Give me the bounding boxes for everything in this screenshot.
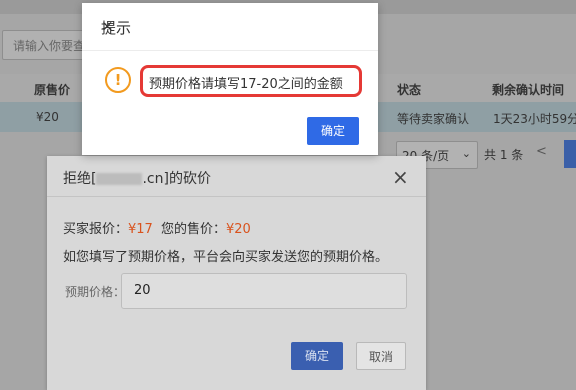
- dialog-header: 拒绝[ .cn]的砍价 ×: [47, 156, 426, 197]
- expected-price-input[interactable]: 20: [121, 273, 407, 309]
- title-suffix: .cn]的砍价: [142, 171, 211, 187]
- current-page-button[interactable]: [564, 140, 576, 168]
- cancel-button[interactable]: 取消: [356, 342, 406, 370]
- close-icon[interactable]: ×: [392, 165, 409, 189]
- dialog-title: 拒绝[ .cn]的砍价: [63, 168, 211, 188]
- expected-price-label: 预期价格：: [65, 285, 126, 299]
- total-count: 共 1 条: [484, 148, 524, 162]
- highlighted-message: 预期价格请填写17-20之间的金额: [140, 65, 362, 97]
- chevron-down-icon: ⌄: [461, 147, 471, 160]
- search-placeholder: 请输入你要查: [13, 39, 86, 53]
- close-icon[interactable]: ×: [101, 17, 114, 35]
- prompt-dialog: 提示 × ! 预期价格请填写17-20之间的金额 确定: [82, 3, 378, 155]
- price-summary: 买家报价：¥17 您的售价：¥20: [63, 218, 251, 237]
- prev-page-icon[interactable]: <: [536, 144, 547, 159]
- prompt-confirm-button[interactable]: 确定: [307, 117, 359, 145]
- row-price: ¥20: [36, 110, 59, 124]
- column-status: 状态: [397, 83, 422, 97]
- title-prefix: 拒绝[: [63, 171, 97, 187]
- search-input[interactable]: 请输入你要查: [2, 30, 90, 60]
- confirm-button[interactable]: 确定: [291, 342, 343, 370]
- column-remaining-time: 剩余确认时间: [492, 83, 565, 97]
- buyer-offer-label: 买家报价：: [63, 222, 129, 237]
- prompt-message: 预期价格请填写17-20之间的金额: [149, 77, 343, 92]
- reject-bargain-dialog: 拒绝[ .cn]的砍价 × 买家报价：¥17 您的售价：¥20 如您填写了预期价格…: [47, 156, 426, 390]
- buyer-offer-value: ¥17: [128, 222, 153, 237]
- prompt-header: 提示 ×: [82, 3, 378, 51]
- your-price-label: 您的售价：: [160, 222, 226, 237]
- your-price-value: ¥20: [226, 222, 251, 237]
- expected-price-value: 20: [134, 283, 151, 298]
- notice-text: 如您填写了预期价格，平台会向买家发送您的预期价格。: [63, 250, 389, 265]
- warning-icon: !: [105, 67, 131, 93]
- row-status: 等待卖家确认: [397, 112, 470, 126]
- column-original-price: 原售价: [34, 83, 71, 97]
- redacted-domain: [96, 173, 143, 185]
- row-remaining-time: 1天23小时59分: [493, 112, 576, 126]
